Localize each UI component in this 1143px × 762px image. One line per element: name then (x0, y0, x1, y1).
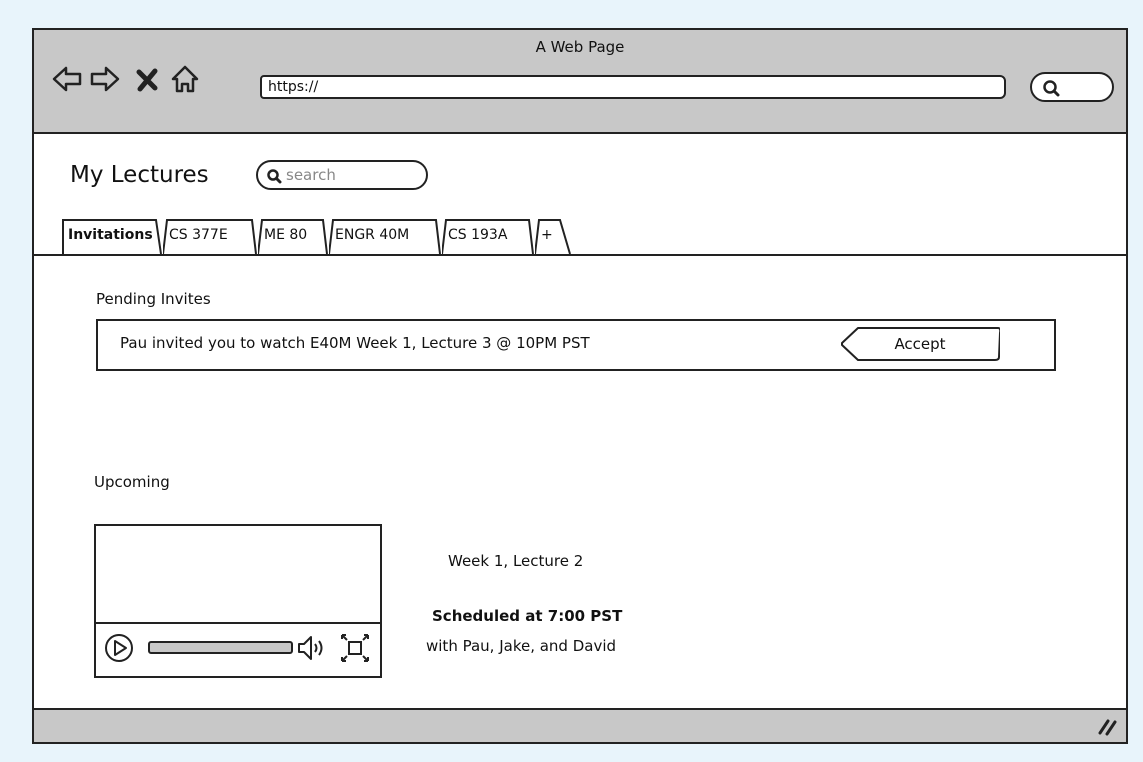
tab-add[interactable]: + (535, 219, 571, 255)
window-title: A Web Page (535, 38, 625, 56)
accept-button[interactable]: Accept (840, 327, 1000, 361)
tab-invitations[interactable]: Invitations (62, 219, 162, 255)
tab-label: + (541, 227, 553, 243)
browser-search-button[interactable] (1030, 72, 1114, 102)
search-input[interactable]: search (256, 160, 428, 190)
resize-grip-icon[interactable] (1096, 715, 1118, 737)
forward-arrow-icon[interactable] (90, 64, 120, 94)
lecture-participants: with Pau, Jake, and David (426, 637, 617, 655)
lecture-schedule: Scheduled at 7:00 PST (432, 607, 623, 625)
search-placeholder: search (286, 166, 336, 184)
browser-window: A Web Page https:// My Lectures search I… (32, 28, 1128, 744)
invite-row: Pau invited you to watch E40M Week 1, Le… (96, 319, 1056, 371)
tab-me-80[interactable]: ME 80 (258, 219, 328, 255)
pending-invites-heading: Pending Invites (96, 290, 211, 308)
status-bar (34, 708, 1126, 742)
volume-icon[interactable] (296, 634, 326, 662)
back-arrow-icon[interactable] (52, 64, 82, 94)
stop-icon[interactable] (134, 64, 160, 94)
tab-engr-40m[interactable]: ENGR 40M (329, 219, 441, 255)
home-icon[interactable] (170, 64, 200, 94)
invite-text: Pau invited you to watch E40M Week 1, Le… (120, 334, 590, 352)
video-controls (96, 622, 380, 676)
search-icon (267, 169, 282, 184)
video-progress-bar[interactable] (148, 641, 294, 655)
accept-button-label: Accept (894, 335, 946, 353)
play-icon[interactable] (104, 633, 134, 663)
tab-label: Invitations (68, 227, 153, 243)
tab-label: CS 193A (448, 227, 508, 243)
lecture-title: Week 1, Lecture 2 (448, 552, 584, 570)
tab-content-border (34, 254, 1126, 256)
tab-label: ME 80 (264, 227, 308, 243)
tab-label: CS 377E (169, 227, 228, 243)
video-player[interactable] (94, 524, 382, 678)
tab-cs-193a[interactable]: CS 193A (442, 219, 534, 255)
browser-titlebar: A Web Page https:// (34, 30, 1126, 134)
upcoming-heading: Upcoming (94, 473, 170, 491)
tab-label: ENGR 40M (335, 227, 410, 243)
tab-cs-377e[interactable]: CS 377E (163, 219, 257, 255)
fullscreen-icon[interactable] (340, 632, 370, 664)
url-bar[interactable]: https:// (260, 75, 1006, 99)
search-icon (1043, 80, 1060, 97)
page-title: My Lectures (70, 162, 209, 188)
